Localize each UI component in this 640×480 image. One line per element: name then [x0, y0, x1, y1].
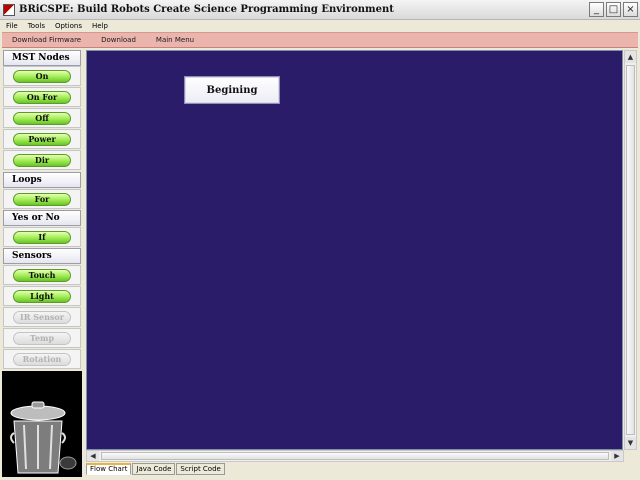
palette-cell: Temp	[3, 328, 81, 348]
palette-cell: Light	[3, 286, 81, 306]
toolbar: Download Firmware Download Main Menu	[2, 32, 638, 48]
beginning-block[interactable]: Begining	[184, 76, 280, 104]
dir-block-button[interactable]: Dir	[13, 153, 71, 167]
title-bar: BRiCSPE: Build Robots Create Science Pro…	[0, 0, 640, 20]
app-icon	[3, 3, 15, 16]
main-menu-button[interactable]: Main Menu	[156, 36, 194, 44]
if-block-button[interactable]: If	[13, 230, 71, 244]
palette-cell: Dir	[3, 150, 81, 170]
scroll-up-icon[interactable]: ▲	[625, 51, 636, 63]
window-title: BRiCSPE: Build Robots Create Science Pro…	[19, 4, 394, 15]
vertical-scrollbar[interactable]: ▲ ▼	[624, 50, 637, 450]
minimize-icon[interactable]: _	[589, 2, 604, 17]
trash-can-icon	[10, 401, 77, 474]
touch-block-button[interactable]: Touch	[13, 268, 71, 282]
rotation-block-button: Rotation	[13, 352, 71, 366]
category-yes-or-no: Yes or No	[3, 210, 81, 226]
menu-tools[interactable]: Tools	[28, 22, 45, 30]
palette-cell: Rotation	[3, 349, 81, 369]
tab-java-code[interactable]: Java Code	[132, 463, 176, 475]
palette-cell: Touch	[3, 265, 81, 285]
close-icon[interactable]: ×	[623, 2, 638, 17]
trash-drop-area[interactable]	[2, 371, 82, 477]
scroll-right-icon[interactable]: ▶	[611, 451, 623, 461]
horizontal-scrollbar[interactable]: ◀ ▶	[86, 450, 624, 462]
power-block-button[interactable]: Power	[13, 132, 71, 146]
view-tabs: Flow Chart Java Code Script Code	[86, 463, 225, 475]
menu-file[interactable]: File	[6, 22, 18, 30]
tab-flow-chart[interactable]: Flow Chart	[86, 463, 132, 475]
menu-help[interactable]: Help	[92, 22, 108, 30]
light-block-button[interactable]: Light	[13, 289, 71, 303]
on-for-block-button[interactable]: On For	[13, 90, 71, 104]
block-palette: MST Nodes On On For Off Power Dir Loops …	[2, 50, 82, 370]
palette-cell: For	[3, 189, 81, 209]
tab-script-code[interactable]: Script Code	[176, 463, 225, 475]
ir-sensor-block-button: IR Sensor	[13, 310, 71, 324]
flow-chart-canvas[interactable]: Begining	[86, 50, 623, 450]
palette-cell: Power	[3, 129, 81, 149]
scroll-left-icon[interactable]: ◀	[87, 451, 99, 461]
on-block-button[interactable]: On	[13, 69, 71, 83]
temp-block-button: Temp	[13, 331, 71, 345]
scroll-down-icon[interactable]: ▼	[625, 437, 636, 449]
category-loops: Loops	[3, 172, 81, 188]
off-block-button[interactable]: Off	[13, 111, 71, 125]
category-mst-nodes: MST Nodes	[3, 50, 81, 66]
category-sensors: Sensors	[3, 248, 81, 264]
palette-cell: On For	[3, 87, 81, 107]
horizontal-scroll-thumb[interactable]	[101, 452, 609, 460]
window-controls: _ □ ×	[589, 2, 638, 17]
menu-bar: File Tools Options Help	[0, 20, 640, 32]
download-firmware-button[interactable]: Download Firmware	[12, 36, 81, 44]
palette-cell: Off	[3, 108, 81, 128]
download-button[interactable]: Download	[101, 36, 136, 44]
palette-cell: On	[3, 66, 81, 86]
menu-options[interactable]: Options	[55, 22, 82, 30]
palette-cell: If	[3, 227, 81, 247]
vertical-scroll-thumb[interactable]	[626, 65, 635, 435]
for-block-button[interactable]: For	[13, 192, 71, 206]
maximize-icon[interactable]: □	[606, 2, 621, 17]
palette-cell: IR Sensor	[3, 307, 81, 327]
